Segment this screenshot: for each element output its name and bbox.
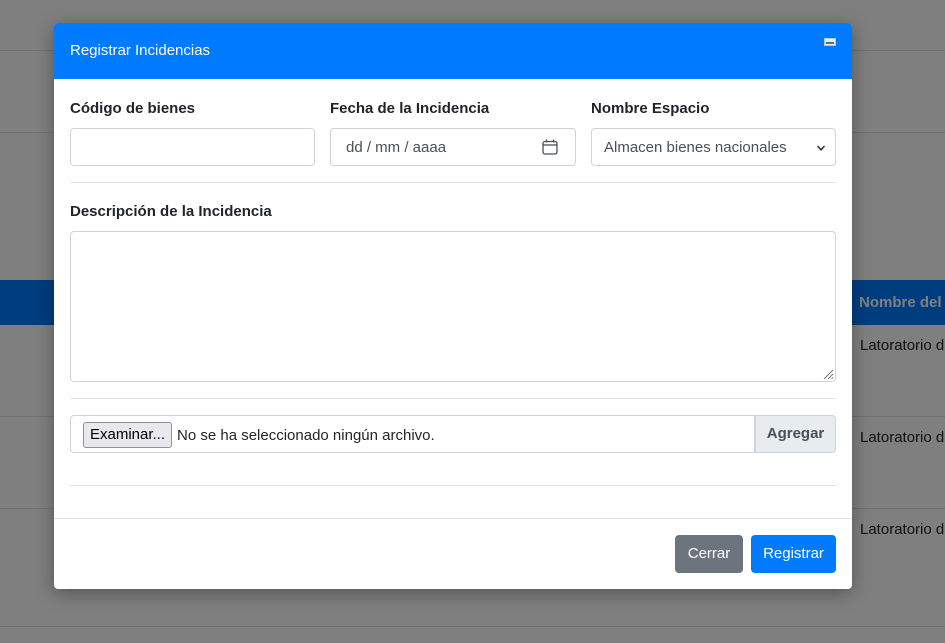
- espacio-selected-value: Almacen bienes nacionales: [604, 139, 787, 156]
- close-button[interactable]: Cerrar: [675, 535, 743, 573]
- browse-button[interactable]: Examinar...: [83, 422, 172, 448]
- modal-footer-divider: [54, 518, 852, 519]
- register-incidents-modal: Registrar Incidencias Código de bienes F…: [54, 23, 852, 589]
- calendar-icon[interactable]: [542, 139, 558, 155]
- section-divider: [70, 182, 836, 183]
- file-status-text: No se ha seleccionado ningún archivo.: [177, 427, 435, 444]
- register-button[interactable]: Registrar: [751, 535, 836, 573]
- descripcion-label: Descripción de la Incidencia: [70, 203, 272, 220]
- fecha-placeholder: dd / mm / aaaa: [346, 139, 447, 156]
- chevron-down-icon: [816, 145, 826, 151]
- modal-title: Registrar Incidencias: [70, 42, 211, 59]
- espacio-label: Nombre Espacio: [591, 100, 710, 117]
- fecha-input[interactable]: dd / mm / aaaa: [330, 128, 576, 166]
- modal-header: Registrar Incidencias: [54, 23, 852, 79]
- codigo-label: Código de bienes: [70, 100, 196, 117]
- descripcion-textarea[interactable]: [70, 231, 836, 382]
- codigo-input[interactable]: [70, 128, 315, 166]
- add-file-button[interactable]: Agregar: [755, 415, 836, 453]
- minimize-icon[interactable]: [824, 38, 836, 46]
- file-input-group: Examinar... No se ha seleccionado ningún…: [70, 415, 836, 453]
- resize-grip-icon[interactable]: [822, 368, 834, 380]
- espacio-select[interactable]: Almacen bienes nacionales: [591, 128, 836, 166]
- fecha-label: Fecha de la Incidencia: [330, 100, 490, 117]
- section-divider: [70, 398, 836, 399]
- section-divider: [70, 485, 836, 486]
- file-input[interactable]: Examinar... No se ha seleccionado ningún…: [70, 415, 755, 453]
